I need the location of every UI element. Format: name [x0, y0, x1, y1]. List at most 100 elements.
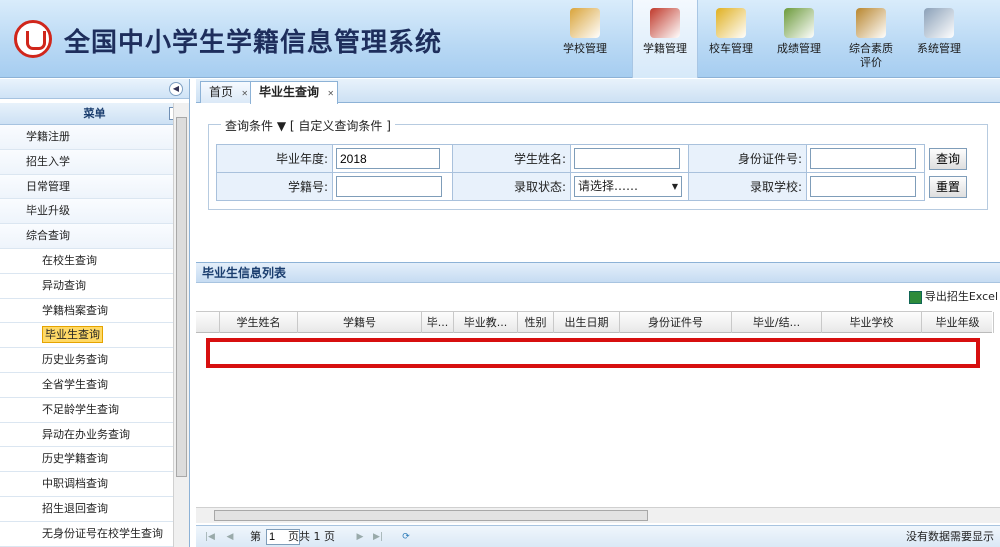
column-header[interactable]: 学籍号 — [298, 312, 422, 333]
menu-header[interactable]: 菜单 ▲ — [0, 103, 189, 125]
sidebar-item-label: 日常管理 — [26, 179, 70, 193]
admit-status-select[interactable]: 请选择…… ▼ — [574, 176, 682, 197]
id-number-input[interactable] — [810, 148, 916, 169]
student-name-input[interactable] — [574, 148, 680, 169]
gears-icon — [924, 8, 954, 38]
sidebar-item[interactable]: 历史业务查询 — [0, 348, 174, 373]
building-icon — [570, 8, 600, 38]
nav-item-gears[interactable]: 系统管理 — [906, 0, 972, 78]
custom-query-link[interactable]: [ 自定义查询条件 ] — [290, 119, 391, 133]
nav-item-building[interactable]: 学校管理 — [552, 0, 618, 78]
sidebar-item[interactable]: 日常管理 — [0, 174, 174, 200]
column-header[interactable]: 毕业年级 — [922, 312, 994, 333]
grad-year-cell — [332, 144, 453, 173]
nav-item-school-bus[interactable]: 校车管理 — [698, 0, 764, 78]
sidebar-item[interactable]: 综合查询 — [0, 224, 174, 249]
reset-cell: 重置 — [925, 173, 977, 201]
tab-home[interactable]: 首页 ✕ — [200, 81, 253, 104]
close-tab-icon[interactable]: ✕ — [241, 84, 248, 104]
prev-page-icon[interactable]: ◀ — [224, 531, 236, 543]
search-button[interactable]: 查询 — [929, 147, 968, 170]
admit-status-cell: 请选择…… ▼ — [570, 172, 689, 201]
student-name-cell — [570, 144, 689, 173]
tab-label: 毕业生查询 — [259, 85, 320, 99]
sidebar-scroll-thumb[interactable] — [176, 117, 187, 477]
sidebar-item[interactable]: 毕业生查询 — [0, 323, 174, 349]
horizontal-scrollbar[interactable] — [196, 507, 1000, 523]
column-header-checkbox[interactable] — [196, 312, 220, 333]
sidebar-item[interactable]: 学籍注册 — [0, 125, 174, 150]
nav-item-book[interactable]: 综合素质 评价 — [838, 0, 904, 78]
sidebar-item-label: 异动在办业务查询 — [42, 427, 130, 441]
student-no-label: 学籍号: — [216, 172, 333, 201]
id-number-cell — [806, 144, 925, 173]
sidebar-item[interactable]: 异动查询 — [0, 273, 174, 299]
admit-status-value: 请选择…… — [578, 179, 639, 193]
sidebar-item[interactable]: 异动在办业务查询 — [0, 422, 174, 448]
empty-message: 没有数据需要显示 — [906, 530, 994, 543]
column-header[interactable]: 毕业教... — [454, 312, 518, 333]
sidebar-item-label: 毕业生查询 — [42, 326, 103, 344]
admit-school-input[interactable] — [810, 176, 916, 197]
sidebar-item[interactable]: 在校生查询 — [0, 248, 174, 274]
menu-list: 学籍注册招生入学日常管理毕业升级综合查询在校生查询异动查询 学籍档案查询毕业生查询… — [0, 125, 174, 547]
column-header[interactable]: 出生日期 — [554, 312, 620, 333]
dropdown-arrow-icon[interactable]: ▼ — [277, 119, 286, 133]
student-no-cell — [332, 172, 453, 201]
grid-header: 学生姓名 学籍号 毕... 毕业教... 性别 出生日期 身份证件号 毕业/结... 毕业学校毕… — [196, 311, 994, 333]
close-tab-icon[interactable]: ✕ — [327, 84, 334, 104]
list-toolbar: 导出招生Excel — [196, 285, 1000, 309]
app-title: 全国中小学生学籍信息管理系统 — [64, 28, 443, 58]
query-form: 毕业年度: 学生姓名: 身份证件号: 查询 学籍号: 录取状态: 请选择…… ▼… — [216, 144, 977, 201]
excel-icon — [908, 290, 922, 304]
nav-item-label: 学籍管理 — [643, 42, 687, 55]
page-label: 第 — [250, 530, 261, 543]
sidebar-item-label: 不足龄学生查询 — [42, 402, 119, 416]
menu-title: 菜单 — [83, 107, 106, 120]
sidebar-item[interactable]: 全省学生查询 — [0, 372, 174, 398]
sidebar-item[interactable]: 招生退回查询 — [0, 496, 174, 522]
sidebar-item[interactable]: 招生入学 — [0, 149, 174, 175]
column-header[interactable]: 毕业/结... — [732, 312, 822, 333]
column-header[interactable]: 身份证件号 — [620, 312, 732, 333]
next-page-icon[interactable]: ▶ — [354, 531, 366, 543]
system-logo — [14, 20, 52, 58]
column-header[interactable]: 性别 — [518, 312, 554, 333]
student-no-input[interactable] — [336, 176, 442, 197]
last-page-icon[interactable]: ▶| — [372, 531, 384, 543]
grad-year-input[interactable] — [336, 148, 440, 169]
sidebar-item-label: 在校生查询 — [42, 253, 97, 267]
sidebar-item-label: 招生入学 — [26, 154, 70, 168]
sidebar-item-label: 毕业升级 — [26, 204, 70, 218]
sidebar-item[interactable]: 毕业升级 — [0, 199, 174, 225]
tab-graduate-query[interactable]: 毕业生查询 ✕ — [250, 81, 339, 104]
sidebar-item[interactable]: 历史学籍查询 — [0, 447, 174, 473]
students-icon — [650, 8, 680, 38]
sidebar-item[interactable]: 不足龄学生查询 — [0, 397, 174, 423]
sidebar-item[interactable]: 学籍档案查询 — [0, 298, 174, 324]
nav-item-pen-paper[interactable]: 成绩管理 — [766, 0, 832, 78]
sidebar-item-label: 学籍注册 — [26, 130, 70, 143]
admit-school-cell — [806, 172, 925, 201]
sidebar-item[interactable]: 中职调档查询 — [0, 472, 174, 497]
sidebar-scrollbar[interactable] — [173, 103, 189, 547]
admit-status-label: 录取状态: — [452, 172, 571, 201]
sidebar-item[interactable]: 无身份证号在校学生查询 — [0, 521, 174, 547]
first-page-icon[interactable]: |◀ — [204, 531, 216, 543]
export-excel-button[interactable]: 导出招生Excel — [908, 288, 998, 304]
collapse-sidebar-icon[interactable]: ◀ — [169, 82, 183, 96]
highlight-box — [206, 338, 980, 368]
sidebar-item-label: 综合查询 — [26, 229, 70, 243]
nav-item-label: 校车管理 — [709, 42, 753, 55]
student-name-label: 学生姓名: — [452, 144, 571, 173]
reset-button[interactable]: 重置 — [929, 175, 968, 198]
list-header: 毕业生信息列表 — [196, 262, 1000, 283]
tab-bar: 首页 ✕ 毕业生查询 ✕ — [196, 79, 1000, 104]
column-header[interactable]: 毕... — [422, 312, 454, 333]
horizontal-scroll-thumb[interactable] — [214, 510, 648, 521]
column-header[interactable]: 学生姓名 — [220, 312, 298, 333]
sidebar-item-label: 招生退回查询 — [42, 501, 108, 515]
column-header[interactable]: 毕业学校 — [822, 312, 922, 333]
nav-item-students[interactable]: 学籍管理 — [632, 0, 698, 78]
refresh-icon[interactable]: ⟳ — [400, 531, 412, 543]
